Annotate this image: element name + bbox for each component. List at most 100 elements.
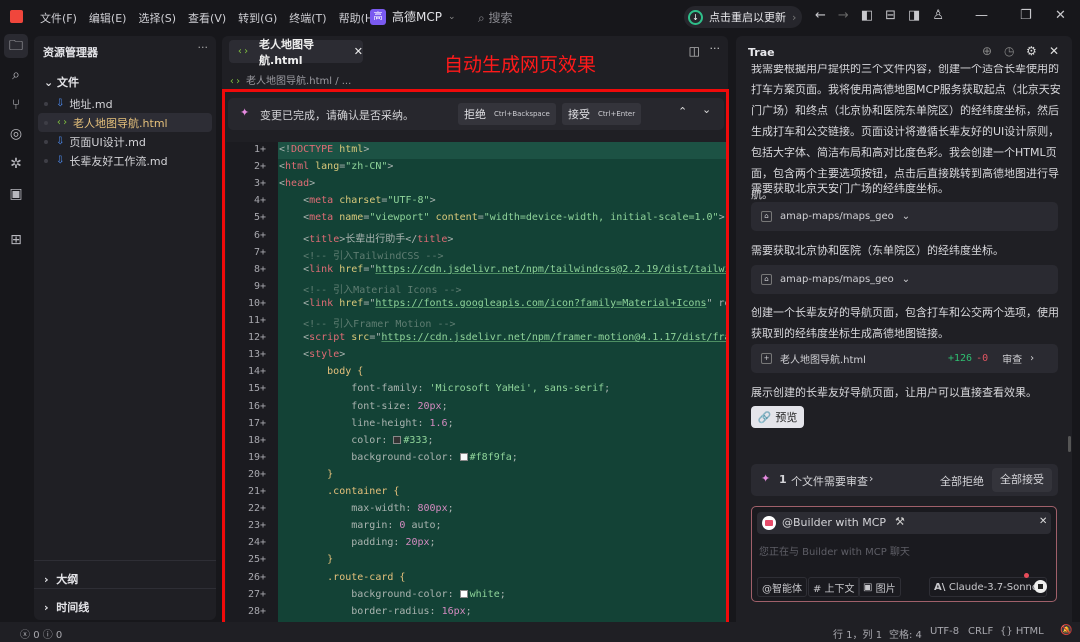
forward-arrow-icon[interactable]: → bbox=[838, 8, 849, 23]
toggle-left-panel-icon[interactable]: ◧ bbox=[861, 8, 873, 23]
line-number: 1+ bbox=[253, 144, 266, 155]
toggle-right-panel-icon[interactable]: ◨ bbox=[908, 8, 920, 23]
code-token: #333 bbox=[403, 434, 428, 446]
update-button[interactable]: ↓ 点击重启以更新 › bbox=[684, 6, 802, 28]
minimize-icon[interactable]: — bbox=[975, 8, 988, 23]
image-chip[interactable]: ▣ 图片 bbox=[858, 577, 901, 597]
more-icon[interactable]: ··· bbox=[198, 41, 209, 54]
remove-agent-icon[interactable]: ✕ bbox=[1039, 516, 1047, 527]
menu-view[interactable]: 查看(V) bbox=[188, 10, 226, 26]
accept-button[interactable]: 接受 Ctrl+Enter bbox=[562, 103, 642, 125]
menu-terminal[interactable]: 终端(T) bbox=[289, 10, 326, 26]
reject-button[interactable]: 拒绝 Ctrl+Backspace bbox=[458, 103, 556, 125]
preview-button[interactable]: 🔗 预览 bbox=[751, 406, 804, 428]
more-icon[interactable]: ··· bbox=[710, 42, 721, 55]
model-selector[interactable]: A\ Claude-3.7-Sonnet bbox=[929, 577, 1047, 597]
chat-scrollbar[interactable] bbox=[1068, 436, 1071, 452]
explorer-icon[interactable]: 🗀 bbox=[4, 34, 28, 58]
file-item[interactable]: ⇩ 地址.md bbox=[38, 94, 212, 113]
debug-icon[interactable]: ✲ bbox=[4, 152, 28, 176]
code-token: href bbox=[333, 263, 364, 275]
code-token: white bbox=[469, 588, 500, 600]
restore-icon[interactable]: ❐ bbox=[1020, 8, 1032, 23]
accept-all-button[interactable]: 全部接受 bbox=[992, 468, 1052, 492]
split-editor-icon[interactable]: ◫ bbox=[689, 44, 700, 58]
extensions-icon[interactable]: ⊞ bbox=[4, 228, 28, 252]
close-tab-icon[interactable]: ✕ bbox=[354, 45, 363, 58]
close-window-icon[interactable]: ✕ bbox=[1055, 8, 1066, 23]
indentation[interactable]: 空格: 4 bbox=[889, 626, 922, 641]
bullet bbox=[44, 120, 48, 125]
breadcrumb-rest[interactable]: / ... bbox=[335, 76, 351, 87]
code-token: script bbox=[309, 332, 346, 344]
timeline-label: 时间线 bbox=[56, 601, 90, 614]
code-editor[interactable]: 1+ <!DOCTYPE html> 2+ <html lang="zh-CN"> 3+… bbox=[226, 142, 726, 624]
code-line: <!-- 引入TailwindCSS --> bbox=[279, 247, 443, 262]
source-control-icon[interactable]: ⑂ bbox=[4, 93, 28, 117]
file-item[interactable]: ⇩ 长辈友好工作流.md bbox=[38, 151, 212, 170]
menu-go[interactable]: 转到(G) bbox=[238, 10, 277, 26]
tool-call[interactable]: ⌂ amap-maps/maps_geo ⌄ bbox=[751, 265, 1058, 294]
line-number: 24+ bbox=[247, 537, 266, 549]
chevron-down-icon[interactable]: ⌄ bbox=[702, 103, 711, 116]
line-ending[interactable]: CRLF bbox=[968, 626, 993, 637]
line-number: 17+ bbox=[247, 417, 266, 429]
code-token: >长辈出行助手</ bbox=[339, 233, 418, 245]
code-line: } bbox=[279, 469, 333, 480]
search-icon[interactable]: ⌕ bbox=[4, 63, 28, 87]
reject-all-button[interactable]: 全部拒绝 bbox=[940, 473, 984, 489]
folder-header[interactable]: ⌄ 文件 bbox=[44, 74, 79, 90]
notifications-muted-icon[interactable]: 🔕 bbox=[1060, 625, 1072, 636]
context-chip-label: # 上下文 bbox=[813, 583, 855, 595]
context-chip[interactable]: # 上下文 bbox=[808, 577, 860, 597]
code-token: "width=device-width, initial-scale=1.0" bbox=[483, 212, 719, 224]
back-arrow-icon[interactable]: ← bbox=[815, 8, 826, 23]
file-change-card[interactable]: + 老人地图导航.html +126 -0 审查 › bbox=[751, 344, 1058, 373]
code-token: < bbox=[279, 263, 310, 275]
search-box[interactable]: ⌕ 搜索 bbox=[478, 9, 513, 26]
menu-edit[interactable]: 编辑(E) bbox=[89, 10, 127, 26]
problems-indicator[interactable]: ⓧ 0 ⓘ 0 bbox=[20, 626, 62, 641]
preview-icon[interactable]: ▣ bbox=[4, 182, 28, 206]
chevron-right-icon: › bbox=[869, 472, 874, 485]
code-token: ; bbox=[447, 417, 454, 429]
code-token: ; bbox=[447, 503, 454, 515]
lines-removed: -0 bbox=[976, 353, 989, 364]
project-switcher[interactable]: 高 高德MCP ⌄ bbox=[370, 8, 456, 25]
timeline-section[interactable]: › 时间线 bbox=[34, 588, 216, 615]
remote-icon[interactable]: ◎ bbox=[4, 122, 28, 146]
chat-input-box[interactable]: @Builder with MCP ⚒ ✕ 您正在与 Builder with … bbox=[751, 506, 1057, 602]
toggle-bottom-panel-icon[interactable]: ⊟ bbox=[885, 8, 896, 23]
review-text[interactable]: 个文件需要审查 bbox=[791, 473, 868, 489]
encoding[interactable]: UTF-8 bbox=[930, 626, 959, 637]
new-chat-icon[interactable]: ⊕ bbox=[982, 44, 992, 58]
close-icon[interactable]: ✕ bbox=[1049, 44, 1059, 58]
breadcrumb-file[interactable]: 老人地图导航.html bbox=[246, 76, 332, 87]
file-item[interactable]: ⇩ 页面UI设计.md bbox=[38, 132, 212, 151]
menu-bar: 文件(F) 编辑(E) 选择(S) 查看(V) 转到(G) 终端(T) 帮助(H… bbox=[40, 10, 377, 26]
tab-active-file[interactable]: ‹› 老人地图导航.html ✕ bbox=[229, 38, 363, 67]
menu-selection[interactable]: 选择(S) bbox=[138, 10, 176, 26]
account-icon[interactable]: ♙ bbox=[932, 8, 944, 23]
code-token: name bbox=[333, 212, 364, 224]
tools-hammer-icon[interactable]: ⚒ bbox=[895, 515, 905, 528]
stop-button[interactable] bbox=[1034, 580, 1047, 593]
file-item[interactable]: ‹› 老人地图导航.html bbox=[38, 113, 212, 132]
image-icon: ▣ bbox=[863, 581, 876, 593]
tool-call[interactable]: ⌂ amap-maps/maps_geo ⌄ bbox=[751, 202, 1058, 231]
review-link[interactable]: 审查 bbox=[1002, 351, 1022, 366]
line-number: 22+ bbox=[247, 503, 266, 515]
history-icon[interactable]: ◷ bbox=[1004, 44, 1014, 58]
settings-gear-icon[interactable]: ⚙ bbox=[1026, 44, 1037, 58]
chat-title: Trae bbox=[748, 46, 775, 59]
outline-section[interactable]: › 大纲 bbox=[34, 560, 216, 587]
activity-bar: 🗀 ⌕ ⑂ ◎ ✲ ▣ ⊞ bbox=[0, 34, 32, 622]
menu-file[interactable]: 文件(F) bbox=[40, 10, 77, 26]
cursor-position[interactable]: 行 1，列 1 bbox=[833, 626, 882, 641]
code-token: https://cdn.jsdelivr.net/npm/framer-moti… bbox=[381, 332, 726, 344]
code-token: 20px bbox=[405, 537, 430, 549]
chevron-up-icon[interactable]: ⌃ bbox=[678, 105, 687, 118]
agent-chip[interactable]: @智能体 bbox=[757, 577, 807, 597]
language-mode[interactable]: {} HTML bbox=[1000, 626, 1044, 637]
code-line: border-radius: 16px; bbox=[279, 606, 471, 617]
